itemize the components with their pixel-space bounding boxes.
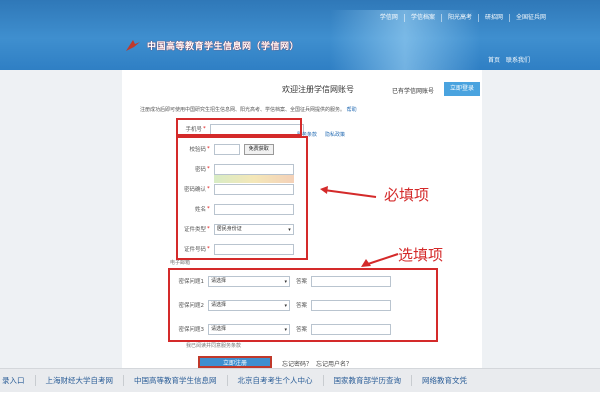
have-account-text: 已有学信网账号: [392, 88, 435, 95]
help-link[interactable]: 帮助: [347, 107, 357, 113]
logo-icon: [126, 40, 140, 51]
optional-fields-box: [168, 268, 438, 342]
page-title: 欢迎注册学信网账号: [282, 85, 354, 94]
optional-annotation: 选填项: [398, 246, 444, 264]
top-link[interactable]: 学信网: [374, 14, 404, 22]
top-link[interactable]: 研招网: [477, 14, 509, 22]
required-fields-box: [176, 136, 308, 260]
header-right-links: 首页 联系我们: [488, 55, 530, 64]
privacy-link[interactable]: 隐私政策: [325, 131, 345, 138]
optional-arrow-icon: [361, 253, 399, 267]
intro-text: 注册成功后即可使用中国研究生招生信息网、阳光高考、学信档案、全国征兵网提供的服务…: [140, 106, 470, 113]
required-annotation: 必填项: [384, 186, 430, 204]
bottom-link[interactable]: 上海财经大学自考网: [34, 375, 124, 386]
login-button[interactable]: 立即登录: [444, 82, 480, 96]
site-header: 学信网 学信档案 阳光高考 研招网 全国征兵网 中国高等教育学生信息网（学信网）…: [0, 0, 600, 70]
phone-highlight-box: [176, 118, 302, 136]
email-label: 电子邮箱: [170, 260, 191, 266]
site-logo[interactable]: 中国高等教育学生信息网（学信网）: [125, 38, 299, 52]
after-submit-links: 忘记密码？ 忘记用户名？: [282, 359, 352, 368]
bottom-link[interactable]: 网络教育文凭: [411, 375, 477, 386]
forgot-username-link[interactable]: 忘记用户名？: [316, 359, 352, 368]
bottom-link-bar: 录入口 上海财经大学自考网 中国高等教育学生信息网 北京自考考生个人中心 国家教…: [0, 368, 600, 392]
home-link[interactable]: 首页: [488, 55, 500, 64]
register-button[interactable]: 立即注册: [198, 356, 272, 368]
bottom-link[interactable]: 中国高等教育学生信息网: [123, 375, 227, 386]
contact-link[interactable]: 联系我们: [506, 55, 530, 64]
bottom-link[interactable]: 国家教育部学历查询: [322, 375, 412, 386]
top-nav: 学信网 学信档案 阳光高考 研招网 全国征兵网: [374, 14, 552, 22]
bottom-link[interactable]: 北京自考考生个人中心: [226, 375, 323, 386]
intro-body: 注册成功后即可使用中国研究生招生信息网、阳光高考、学信档案、全国征兵网提供的服务…: [140, 107, 346, 113]
required-arrow-icon: [320, 186, 377, 198]
top-link[interactable]: 学信档案: [403, 14, 441, 22]
logo-text: 中国高等教育学生信息网（学信网）: [147, 41, 300, 52]
forgot-password-link[interactable]: 忘记密码？: [282, 359, 312, 368]
title-row: 欢迎注册学信网账号 已有学信网账号 立即登录: [122, 80, 482, 100]
agree-text[interactable]: 我已阅读并同意服务条款: [186, 342, 241, 349]
top-link[interactable]: 全国征兵网: [508, 14, 552, 22]
top-link[interactable]: 阳光高考: [440, 14, 478, 22]
bottom-link[interactable]: 录入口: [0, 375, 35, 386]
